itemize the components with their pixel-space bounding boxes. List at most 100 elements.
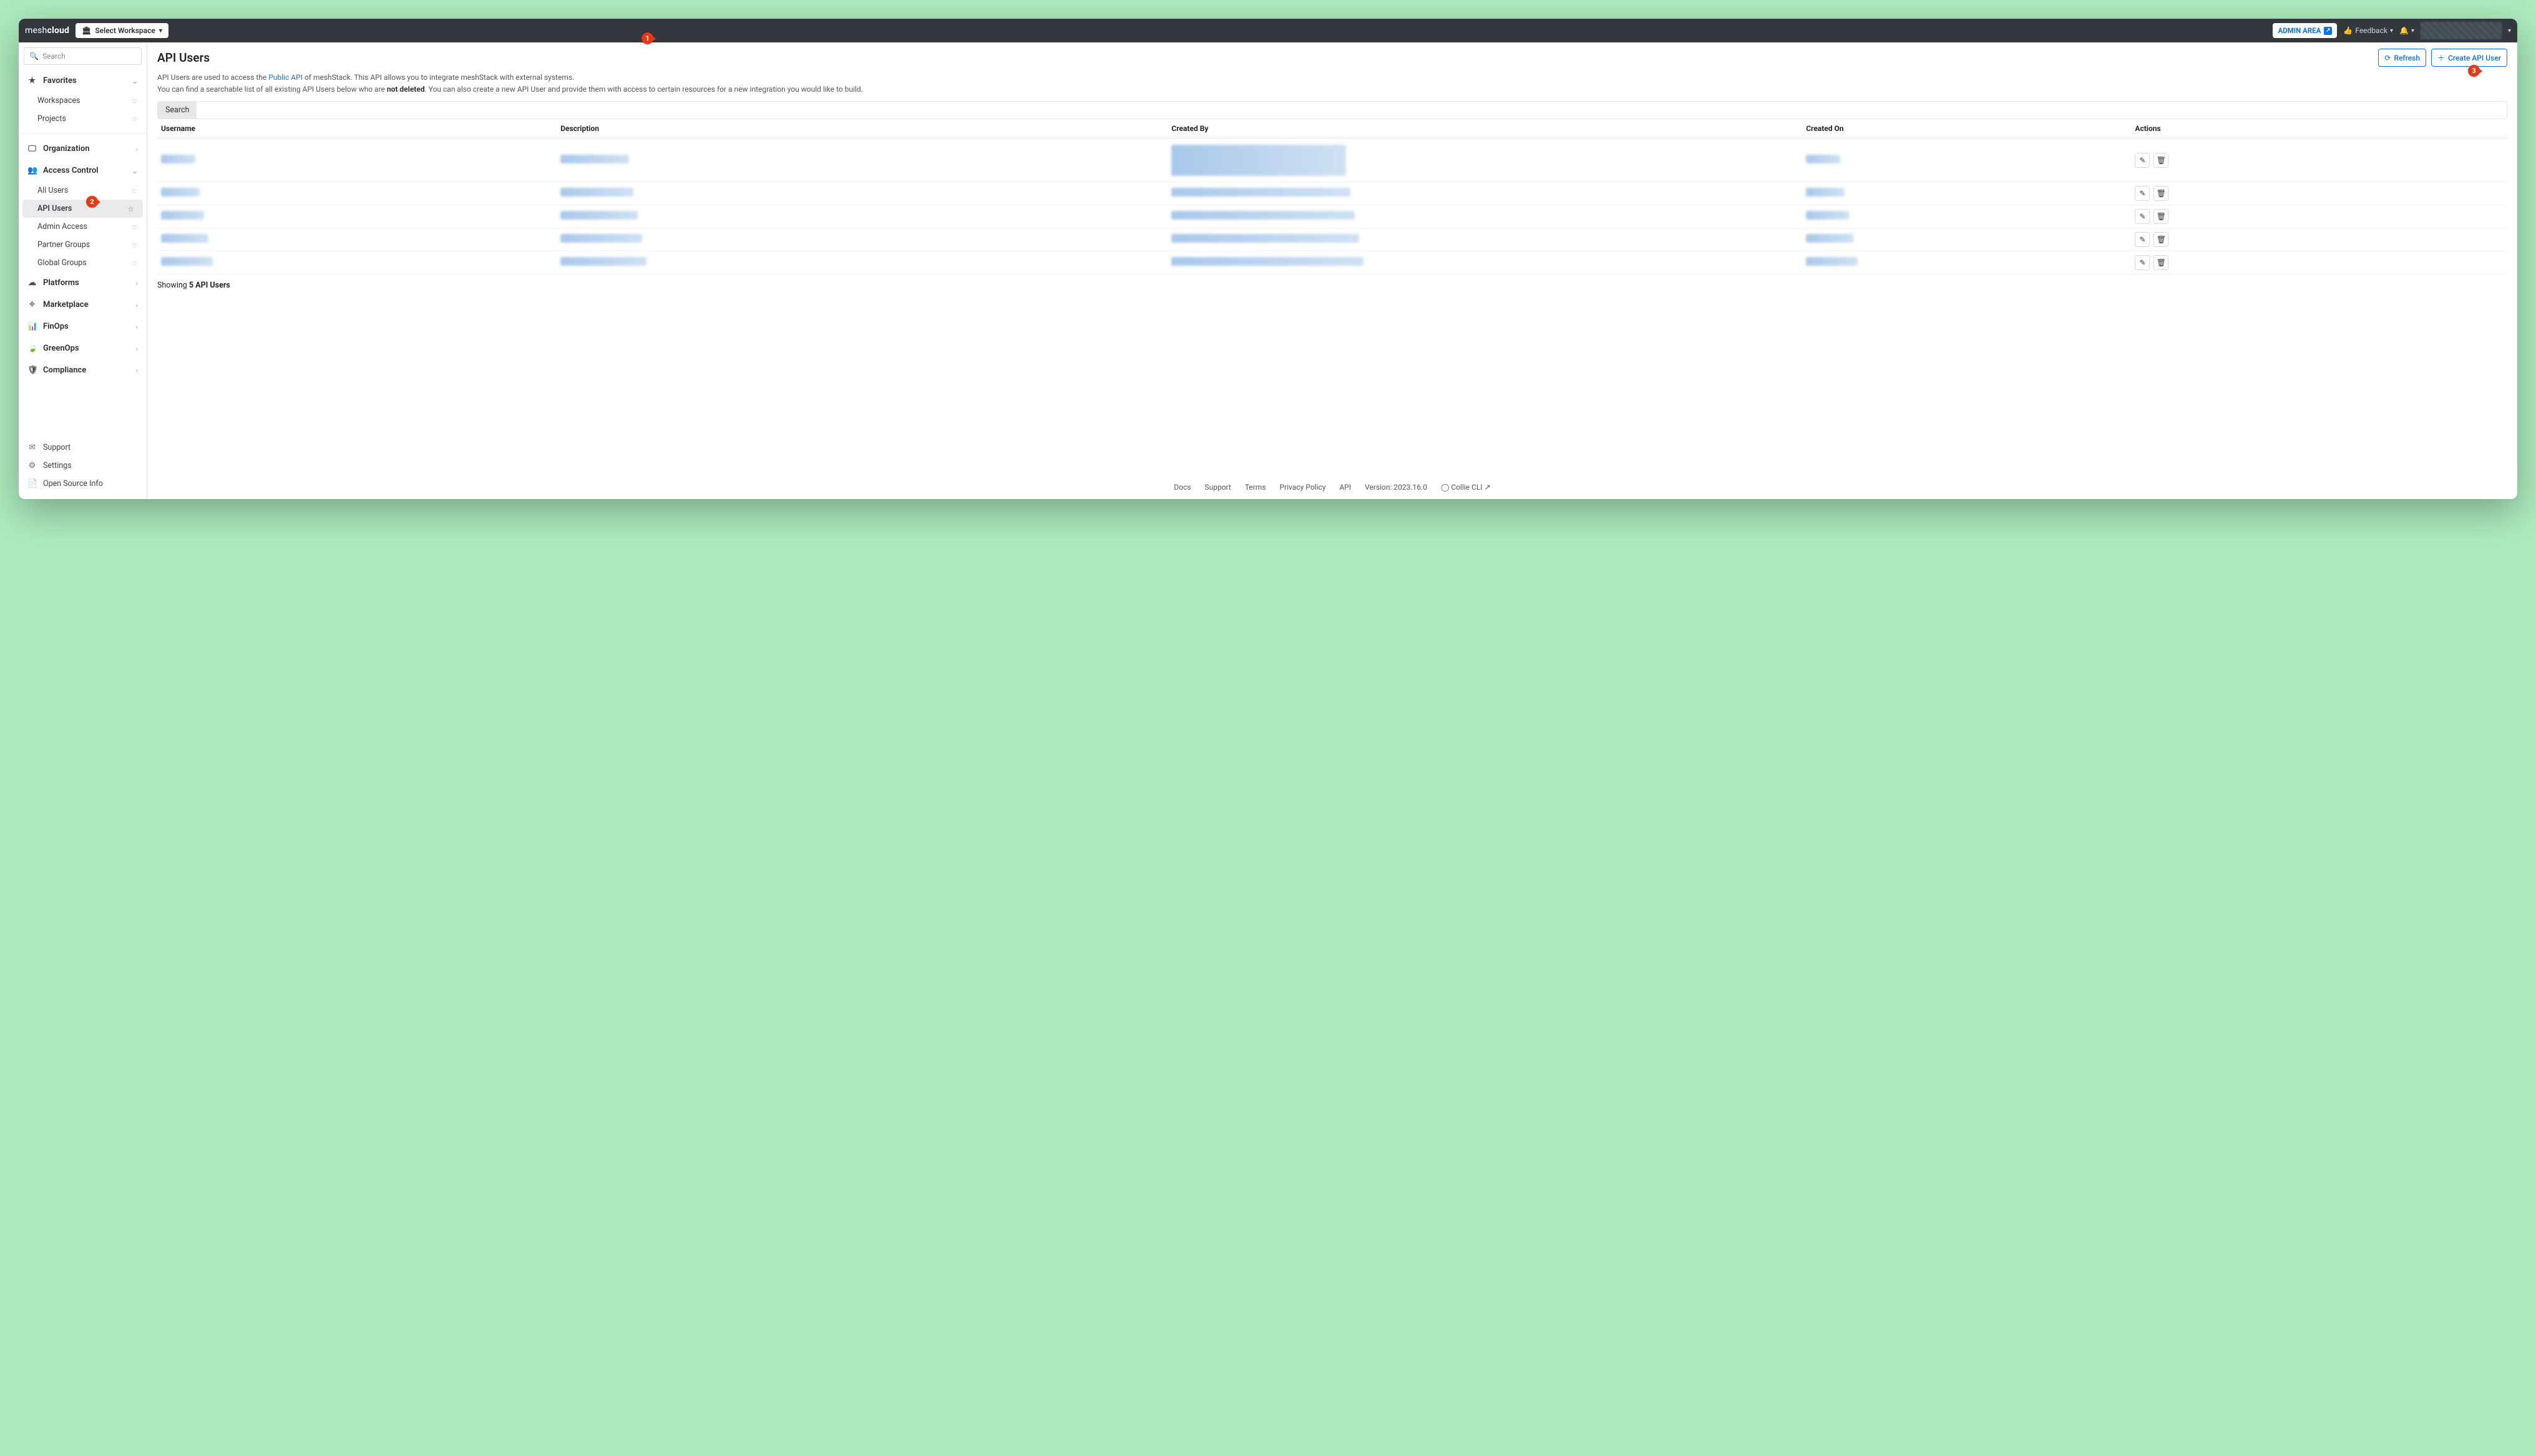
mail-icon: ✉ (27, 443, 37, 452)
footer-version: Version: 2023.16.0 (1365, 483, 1427, 492)
sidebar-support[interactable]: ✉ Support (19, 439, 147, 457)
annotation-2: 2 (86, 196, 98, 208)
star-outline-icon: ☆ (131, 97, 138, 105)
delete-button[interactable]: 🗑 (2153, 153, 2168, 168)
body-area: 🔍 Search ★ Favorites ⌄ Workspaces ☆ Proj… (19, 42, 2517, 499)
sparkle-icon: ✧ (27, 300, 37, 309)
search-tab[interactable]: Search (158, 102, 197, 119)
sidebar-marketplace[interactable]: ✧ Marketplace › (19, 294, 147, 316)
sidebar-organization[interactable]: 🖵 Organization › (19, 138, 147, 160)
delete-button[interactable]: 🗑 (2153, 255, 2168, 270)
chevron-down-icon: ▾ (2508, 27, 2511, 34)
screen-icon: 🖵 (27, 144, 37, 153)
admin-area-button[interactable]: ADMIN AREA ↗ (2273, 23, 2337, 38)
sidebar-access-control[interactable]: 👥 Access Control ⌄ (19, 160, 147, 182)
delete-button[interactable]: 🗑 (2153, 186, 2168, 201)
chevron-right-icon: › (135, 145, 138, 153)
col-actions: Actions (2131, 119, 2507, 138)
footer-collie-cli[interactable]: ◯ Collie CLI ↗ (1441, 483, 1491, 492)
page-title: API Users (157, 51, 210, 65)
sidebar: 🔍 Search ★ Favorites ⌄ Workspaces ☆ Proj… (19, 42, 147, 499)
user-menu[interactable] (2421, 22, 2502, 39)
api-users-table: Username Description Created By Created … (157, 119, 2507, 274)
sidebar-item-projects[interactable]: Projects ☆ (19, 110, 147, 128)
create-api-user-button[interactable]: ＋ Create API User (2431, 49, 2507, 67)
trash-icon: 🗑 (2157, 212, 2166, 221)
sidebar-settings[interactable]: ⚙ Settings (19, 457, 147, 475)
chevron-down-icon: ⌄ (132, 167, 138, 175)
admin-area-label: ADMIN AREA (2278, 26, 2321, 35)
edit-button[interactable]: ✎ (2135, 232, 2150, 247)
trash-icon: 🗑 (2157, 156, 2166, 165)
star-outline-icon: ☆ (131, 187, 138, 195)
page-footer: Docs Support Terms Privacy Policy API Ve… (147, 478, 2517, 499)
footer-docs[interactable]: Docs (1174, 483, 1191, 492)
shield-icon: 🛡 (27, 366, 37, 375)
pencil-icon: ✎ (2139, 258, 2145, 267)
sidebar-open-source-info[interactable]: 📄 Open Source Info (19, 475, 147, 493)
plus-icon: ＋ (2437, 52, 2445, 63)
select-workspace-button[interactable]: 🏛 Select Workspace ▾ (76, 23, 168, 38)
table-row: ✎🗑 (157, 228, 2507, 251)
edit-button[interactable]: ✎ (2135, 153, 2150, 168)
trash-icon: 🗑 (2157, 258, 2166, 267)
sidebar-compliance[interactable]: 🛡 Compliance › (19, 359, 147, 381)
edit-button[interactable]: ✎ (2135, 209, 2150, 224)
gear-icon: ⚙ (27, 461, 37, 470)
thumbs-up-icon: 👍 (2343, 26, 2353, 35)
public-api-link[interactable]: Public API (268, 73, 303, 82)
page-intro: API Users are used to access the Public … (147, 70, 2517, 101)
users-icon: 👥 (27, 166, 37, 175)
star-outline-icon: ☆ (131, 223, 138, 231)
col-created-by: Created By (1168, 119, 1802, 138)
sidebar-item-partner-groups[interactable]: Partner Groups ☆ (19, 236, 147, 254)
trash-icon: 🗑 (2157, 235, 2166, 244)
app-frame: meshcloud 🏛 Select Workspace ▾ ADMIN ARE… (19, 19, 2517, 499)
document-icon: 📄 (27, 479, 37, 488)
feedback-button[interactable]: 👍 Feedback ▾ (2343, 26, 2393, 35)
notifications-button[interactable]: 🔔 ▾ (2399, 26, 2414, 35)
sidebar-greenops[interactable]: 🍃 GreenOps › (19, 337, 147, 359)
star-outline-icon: ☆ (127, 205, 134, 213)
footer-api[interactable]: API (1339, 483, 1351, 492)
sidebar-item-all-users[interactable]: All Users ☆ (19, 182, 147, 200)
table-row: ✎🗑 (157, 138, 2507, 182)
chevron-right-icon: › (135, 279, 138, 288)
table-row: ✎🗑 (157, 182, 2507, 205)
delete-button[interactable]: 🗑 (2153, 209, 2168, 224)
bell-icon: 🔔 (2399, 26, 2409, 35)
edit-button[interactable]: ✎ (2135, 186, 2150, 201)
topbar: meshcloud 🏛 Select Workspace ▾ ADMIN ARE… (19, 19, 2517, 42)
sidebar-nav: ★ Favorites ⌄ Workspaces ☆ Projects ☆ 🖵 … (19, 70, 147, 436)
main-content: API Users ⟳ Refresh ＋ Create API User 3 … (147, 42, 2517, 499)
table-row: ✎🗑 (157, 205, 2507, 228)
star-outline-icon: ☆ (131, 259, 138, 268)
sidebar-finops[interactable]: 📊 FinOps › (19, 316, 147, 337)
search-icon: 🔍 (29, 52, 39, 61)
sidebar-search-input[interactable]: 🔍 Search (24, 47, 142, 65)
footer-support[interactable]: Support (1204, 483, 1231, 492)
delete-button[interactable]: 🗑 (2153, 232, 2168, 247)
sidebar-item-global-groups[interactable]: Global Groups ☆ (19, 254, 147, 272)
sidebar-item-api-users[interactable]: API Users ☆ 2 (22, 200, 143, 218)
chevron-right-icon: › (135, 301, 138, 309)
pencil-icon: ✎ (2139, 189, 2145, 198)
external-icon: ↗ (2324, 27, 2332, 35)
cloud-icon: ☁ (27, 278, 37, 288)
footer-privacy[interactable]: Privacy Policy (1280, 483, 1326, 492)
sidebar-item-admin-access[interactable]: Admin Access ☆ (19, 218, 147, 236)
star-icon: ★ (27, 76, 37, 85)
pencil-icon: ✎ (2139, 212, 2145, 221)
sidebar-item-workspaces[interactable]: Workspaces ☆ (19, 92, 147, 110)
sidebar-platforms[interactable]: ☁ Platforms › (19, 272, 147, 294)
pencil-icon: ✎ (2139, 156, 2145, 165)
sidebar-favorites[interactable]: ★ Favorites ⌄ (19, 70, 147, 92)
chevron-right-icon: › (135, 323, 138, 331)
star-outline-icon: ☆ (131, 115, 138, 124)
refresh-button[interactable]: ⟳ Refresh (2378, 49, 2426, 67)
col-description: Description (557, 119, 1168, 138)
github-icon: ◯ (1441, 483, 1449, 492)
chevron-down-icon: ▾ (2411, 27, 2414, 34)
footer-terms[interactable]: Terms (1245, 483, 1266, 492)
edit-button[interactable]: ✎ (2135, 255, 2150, 270)
